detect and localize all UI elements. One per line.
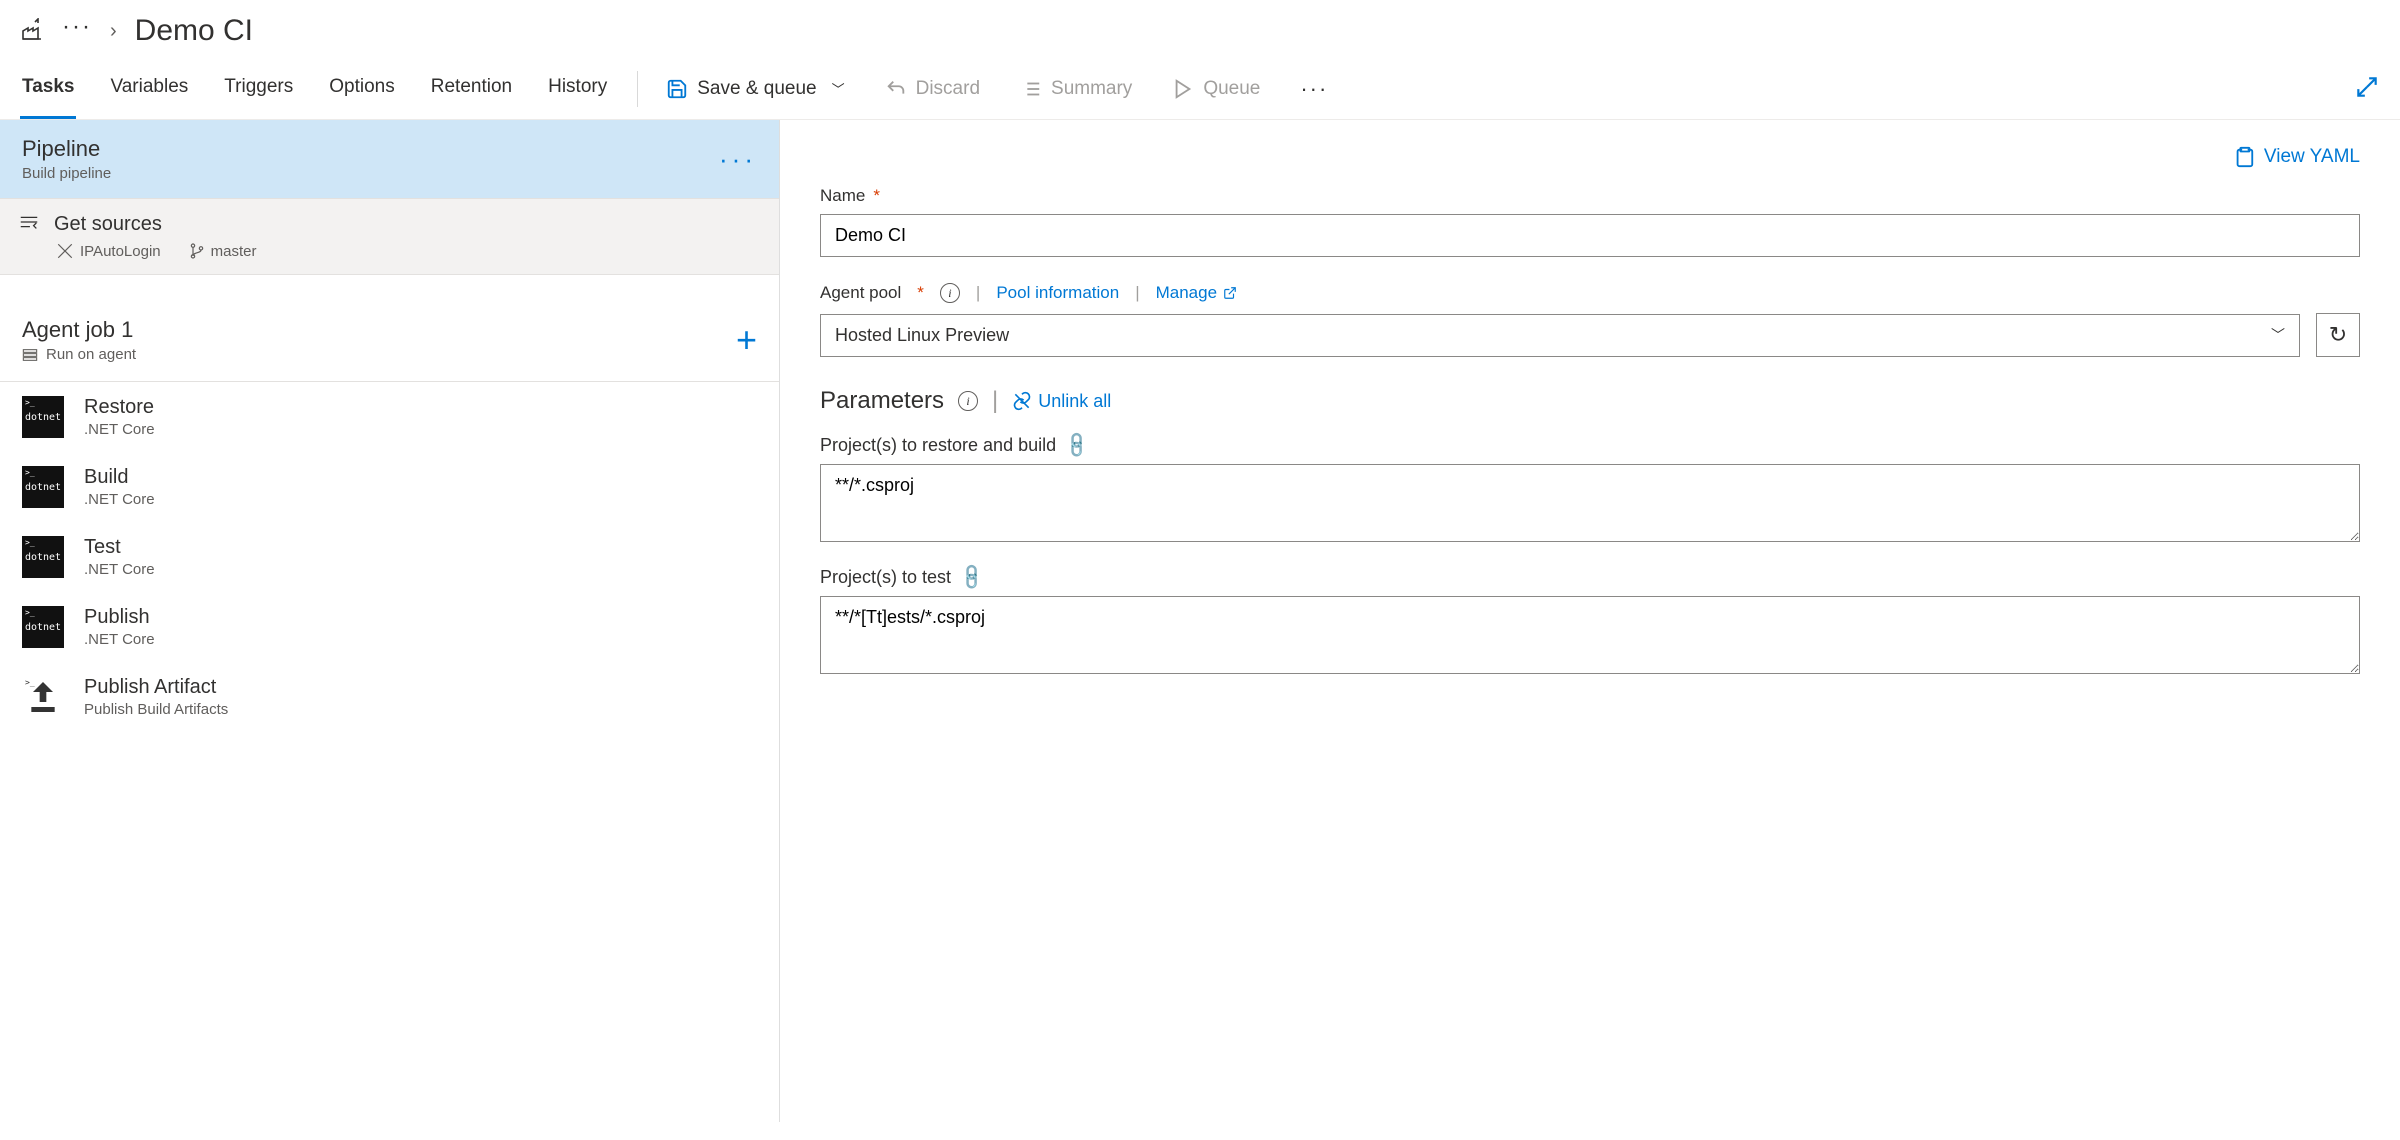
task-row[interactable]: dotnet Restore .NET Core <box>0 382 779 452</box>
projects-restore-label: Project(s) to restore and build 🔗 <box>820 435 2360 456</box>
factory-icon <box>20 18 44 45</box>
task-row[interactable]: dotnet Test .NET Core <box>0 522 779 592</box>
chevron-right-icon: › <box>110 20 117 43</box>
manage-link[interactable]: Manage <box>1156 283 1237 303</box>
dotnet-icon: dotnet <box>22 536 64 578</box>
fullscreen-button[interactable] <box>2354 74 2380 103</box>
upload-icon <box>22 676 64 718</box>
task-subtitle: .NET Core <box>84 421 155 438</box>
agent-job-row[interactable]: Agent job 1 Run on agent + <box>0 299 779 382</box>
queue-button[interactable]: Queue <box>1172 78 1260 100</box>
pipeline-row[interactable]: Pipeline Build pipeline ··· <box>0 120 779 198</box>
chevron-down-icon: ﹀ <box>832 79 845 98</box>
agent-pool-select[interactable]: Hosted Linux Preview ﹀ <box>820 314 2300 357</box>
task-row[interactable]: dotnet Publish .NET Core <box>0 592 779 662</box>
more-actions-button[interactable]: ··· <box>1300 76 1328 102</box>
get-sources-icon <box>18 213 40 236</box>
task-row[interactable]: dotnet Build .NET Core <box>0 452 779 522</box>
task-subtitle: .NET Core <box>84 561 155 578</box>
task-title: Test <box>84 536 155 559</box>
breadcrumb: ··· › Demo CI <box>0 0 2400 58</box>
link-icon: 🔗 <box>1062 430 1093 461</box>
save-label: Save & queue <box>697 78 816 100</box>
task-subtitle: .NET Core <box>84 491 155 508</box>
repo-indicator: IPAutoLogin <box>56 242 161 260</box>
pipeline-more-button[interactable]: ··· <box>719 144 757 175</box>
name-input[interactable] <box>820 214 2360 257</box>
task-subtitle: Publish Build Artifacts <box>84 701 228 718</box>
task-row[interactable]: Publish Artifact Publish Build Artifacts <box>0 662 779 732</box>
properties-pane: View YAML Name* Agent pool * i | Pool in… <box>780 120 2400 1122</box>
parameters-heading: Parameters i | Unlink all <box>820 387 2360 415</box>
toolbar: Tasks Variables Triggers Options Retenti… <box>0 58 2400 120</box>
projects-restore-input[interactable] <box>820 464 2360 542</box>
get-sources-title: Get sources <box>54 213 162 236</box>
link-icon: 🔗 <box>957 562 988 593</box>
info-icon[interactable]: i <box>940 283 960 303</box>
task-title: Publish <box>84 606 155 629</box>
branch-indicator: master <box>189 243 257 260</box>
agent-job-title: Agent job 1 <box>22 317 136 343</box>
name-label: Name* <box>820 186 2360 206</box>
dotnet-icon: dotnet <box>22 606 64 648</box>
pipeline-tree: Pipeline Build pipeline ··· Get sources … <box>0 120 780 1122</box>
save-and-queue-button[interactable]: Save & queue ﹀ <box>666 78 844 100</box>
editor-tabs: Tasks Variables Triggers Options Retenti… <box>20 58 609 119</box>
projects-test-label: Project(s) to test 🔗 <box>820 567 2360 588</box>
refresh-pool-button[interactable]: ↻ <box>2316 313 2360 357</box>
discard-label: Discard <box>916 78 980 100</box>
pipeline-title: Pipeline <box>22 136 111 162</box>
get-sources-row[interactable]: Get sources IPAutoLogin master <box>0 198 779 275</box>
chevron-down-icon: ﹀ <box>2271 325 2285 345</box>
view-yaml-button[interactable]: View YAML <box>820 146 2360 168</box>
task-subtitle: .NET Core <box>84 631 155 648</box>
info-icon[interactable]: i <box>958 391 978 411</box>
projects-test-input[interactable] <box>820 596 2360 674</box>
dotnet-icon: dotnet <box>22 466 64 508</box>
tab-history[interactable]: History <box>546 58 609 119</box>
unlink-all-link[interactable]: Unlink all <box>1012 391 1111 412</box>
tab-variables[interactable]: Variables <box>108 58 190 119</box>
pipeline-subtitle: Build pipeline <box>22 165 111 182</box>
summary-button[interactable]: Summary <box>1020 78 1132 100</box>
task-title: Build <box>84 466 155 489</box>
pool-information-link[interactable]: Pool information <box>996 283 1119 303</box>
summary-label: Summary <box>1051 78 1132 100</box>
dotnet-icon: dotnet <box>22 396 64 438</box>
discard-button[interactable]: Discard <box>885 78 980 100</box>
task-title: Restore <box>84 396 155 419</box>
queue-label: Queue <box>1203 78 1260 100</box>
tab-tasks[interactable]: Tasks <box>20 58 76 119</box>
agent-job-subtitle: Run on agent <box>22 346 136 363</box>
tab-retention[interactable]: Retention <box>429 58 514 119</box>
agent-pool-label: Agent pool <box>820 283 901 303</box>
tab-triggers[interactable]: Triggers <box>222 58 295 119</box>
breadcrumb-more[interactable]: ··· <box>62 21 92 33</box>
task-title: Publish Artifact <box>84 676 228 699</box>
page-title: Demo CI <box>135 14 253 48</box>
add-task-button[interactable]: + <box>736 319 757 361</box>
tab-options[interactable]: Options <box>327 58 396 119</box>
